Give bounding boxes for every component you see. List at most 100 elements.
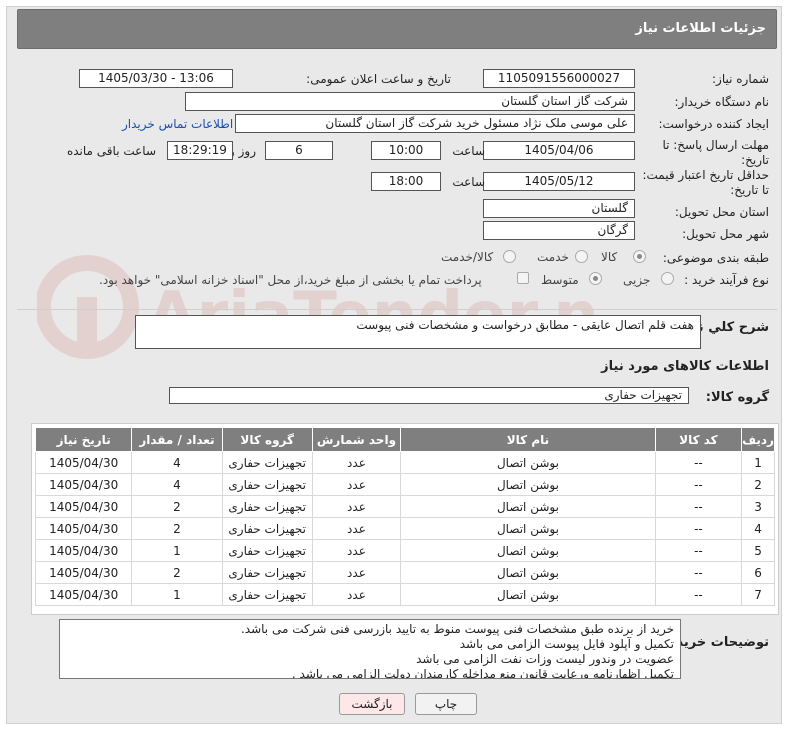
table-row[interactable]: 1 -- بوشن اتصال عدد تجهیزات حفاری 4 1405… xyxy=(34,451,775,474)
category-radio-goods[interactable] xyxy=(633,250,646,263)
cell-goods-name: بوشن اتصال xyxy=(400,517,656,540)
col-goods-code: کد کالا xyxy=(654,427,743,452)
validity-label-date: تا تاریخ: xyxy=(730,183,769,197)
cell-unit: عدد xyxy=(311,561,402,584)
col-unit: واحد شمارش xyxy=(311,427,402,452)
city-label: شهر محل تحویل: xyxy=(682,227,769,241)
buyer-notes-field[interactable]: خرید از برنده طبق مشخصات فنی پیوست منوط … xyxy=(59,619,681,679)
cell-goods-code: -- xyxy=(654,561,743,584)
requester-label: ایجاد کننده درخواست: xyxy=(658,117,769,131)
cell-unit: عدد xyxy=(311,495,402,518)
table-row[interactable]: 3 -- بوشن اتصال عدد تجهیزات حفاری 2 1405… xyxy=(34,495,775,518)
col-need-date: تاریخ نیاز xyxy=(34,427,133,452)
cell-goods-group: تجهیزات حفاری xyxy=(221,539,313,562)
buyer-note-line: تکمیل اظهارنامه ورعایت قانون منع مداخله … xyxy=(291,667,674,679)
process-option-minor: جزیی xyxy=(623,273,651,287)
cell-quantity: 4 xyxy=(131,473,223,496)
cell-goods-group: تجهیزات حفاری xyxy=(221,583,313,606)
cell-need-date: 1405/04/30 xyxy=(34,517,133,540)
deadline-time-field[interactable]: 10:00 xyxy=(371,141,441,160)
city-field[interactable]: گرگان xyxy=(483,221,635,240)
process-option-medium: متوسط xyxy=(541,273,579,287)
cell-need-date: 1405/04/30 xyxy=(34,495,133,518)
category-option-goods: کالا xyxy=(601,250,618,264)
cell-quantity: 4 xyxy=(131,451,223,474)
cell-goods-code: -- xyxy=(654,473,743,496)
print-button[interactable]: چاپ xyxy=(415,693,477,715)
buyer-note-line: عضویت در وندور لیست وزات نفت الزامی می ب… xyxy=(416,652,674,666)
cell-quantity: 2 xyxy=(131,495,223,518)
col-row-number: ردیف xyxy=(741,427,775,452)
cell-need-date: 1405/04/30 xyxy=(34,561,133,584)
days-field[interactable]: 6 xyxy=(265,141,333,160)
validity-label: حداقل تاریخ اعتبار قیمت: xyxy=(642,168,769,182)
goods-group-field[interactable]: تجهیزات حفاری xyxy=(169,387,689,404)
deadline-date-field[interactable]: 1405/04/06 xyxy=(483,141,635,160)
cell-unit: عدد xyxy=(311,451,402,474)
province-label: استان محل تحویل: xyxy=(674,205,769,219)
remaining-time-field[interactable]: 18:29:19 xyxy=(167,141,233,160)
cell-need-date: 1405/04/30 xyxy=(34,473,133,496)
category-label: طبقه بندی موضوعی: xyxy=(662,251,769,265)
cell-quantity: 2 xyxy=(131,561,223,584)
col-quantity: تعداد / مقدار xyxy=(131,427,223,452)
cell-goods-name: بوشن اتصال xyxy=(400,561,656,584)
cell-row-number: 1 xyxy=(741,451,775,474)
days-label: روز و xyxy=(229,144,256,158)
cell-row-number: 7 xyxy=(741,583,775,606)
validity-time-field[interactable]: 18:00 xyxy=(371,172,441,191)
announce-field[interactable]: 1405/03/30 - 13:06 xyxy=(79,69,233,88)
divider xyxy=(17,309,777,310)
cell-quantity: 2 xyxy=(131,517,223,540)
need-number-label: شماره نیاز: xyxy=(712,72,769,86)
cell-goods-name: بوشن اتصال xyxy=(400,495,656,518)
cell-goods-name: بوشن اتصال xyxy=(400,539,656,562)
category-option-goods-service: کالا/خدمت xyxy=(441,250,494,264)
table-row[interactable]: 7 -- بوشن اتصال عدد تجهیزات حفاری 1 1405… xyxy=(34,583,775,606)
back-button[interactable]: بازگشت xyxy=(339,693,405,715)
deadline-label-date: تاریخ: xyxy=(741,153,769,167)
cell-goods-group: تجهیزات حفاری xyxy=(221,473,313,496)
table-row[interactable]: 5 -- بوشن اتصال عدد تجهیزات حفاری 1 1405… xyxy=(34,539,775,562)
col-goods-name: نام کالا xyxy=(400,427,656,452)
category-radio-service[interactable] xyxy=(575,250,588,263)
treasury-payment-note: پرداخت تمام یا بخشی از مبلغ خرید،از محل … xyxy=(99,273,482,287)
category-option-service: خدمت xyxy=(537,250,569,264)
validity-time-label: ساعت xyxy=(452,175,485,189)
process-label: نوع فرآیند خرید : xyxy=(684,273,769,287)
treasury-payment-checkbox[interactable] xyxy=(517,272,529,284)
cell-goods-code: -- xyxy=(654,517,743,540)
cell-unit: عدد xyxy=(311,473,402,496)
table-row[interactable]: 4 -- بوشن اتصال عدد تجهیزات حفاری 2 1405… xyxy=(34,517,775,540)
table-row[interactable]: 6 -- بوشن اتصال عدد تجهیزات حفاری 2 1405… xyxy=(34,561,775,584)
process-radio-medium[interactable] xyxy=(589,272,602,285)
page-panel: AriaTender.neT جزئیات اطلاعات نیاز شماره… xyxy=(6,6,782,724)
need-number-field[interactable]: 1105091556000027 xyxy=(483,69,635,88)
summary-field[interactable]: هفت قلم اتصال عایقی - مطابق درخواست و مش… xyxy=(135,315,701,349)
table-row[interactable]: 2 -- بوشن اتصال عدد تجهیزات حفاری 4 1405… xyxy=(34,473,775,496)
cell-row-number: 5 xyxy=(741,539,775,562)
cell-unit: عدد xyxy=(311,583,402,606)
province-field[interactable]: گلستان xyxy=(483,199,635,218)
page-title: جزئیات اطلاعات نیاز xyxy=(635,21,766,36)
cell-goods-code: -- xyxy=(654,495,743,518)
header-bar: جزئیات اطلاعات نیاز xyxy=(17,9,777,49)
cell-row-number: 2 xyxy=(741,473,775,496)
process-radio-minor[interactable] xyxy=(661,272,674,285)
cell-goods-group: تجهیزات حفاری xyxy=(221,451,313,474)
buyer-contact-link[interactable]: اطلاعات تماس خریدار xyxy=(122,117,233,131)
cell-row-number: 3 xyxy=(741,495,775,518)
cell-need-date: 1405/04/30 xyxy=(34,539,133,562)
items-table: ردیف کد کالا نام کالا واحد شمارش گروه کا… xyxy=(34,427,775,606)
cell-quantity: 1 xyxy=(131,583,223,606)
category-radio-goods-service[interactable] xyxy=(503,250,516,263)
goods-group-label: گروه کالا: xyxy=(705,390,769,405)
validity-date-field[interactable]: 1405/05/12 xyxy=(483,172,635,191)
table-header-row: ردیف کد کالا نام کالا واحد شمارش گروه کا… xyxy=(34,427,775,452)
requester-field[interactable]: علی موسی ملک نژاد مسئول خرید شرکت گاز اس… xyxy=(235,114,635,133)
cell-row-number: 4 xyxy=(741,517,775,540)
buyer-org-field[interactable]: شرکت گاز استان گلستان xyxy=(185,92,635,111)
cell-need-date: 1405/04/30 xyxy=(34,583,133,606)
cell-unit: عدد xyxy=(311,517,402,540)
buyer-note-line: خرید از برنده طبق مشخصات فنی پیوست منوط … xyxy=(240,622,674,636)
